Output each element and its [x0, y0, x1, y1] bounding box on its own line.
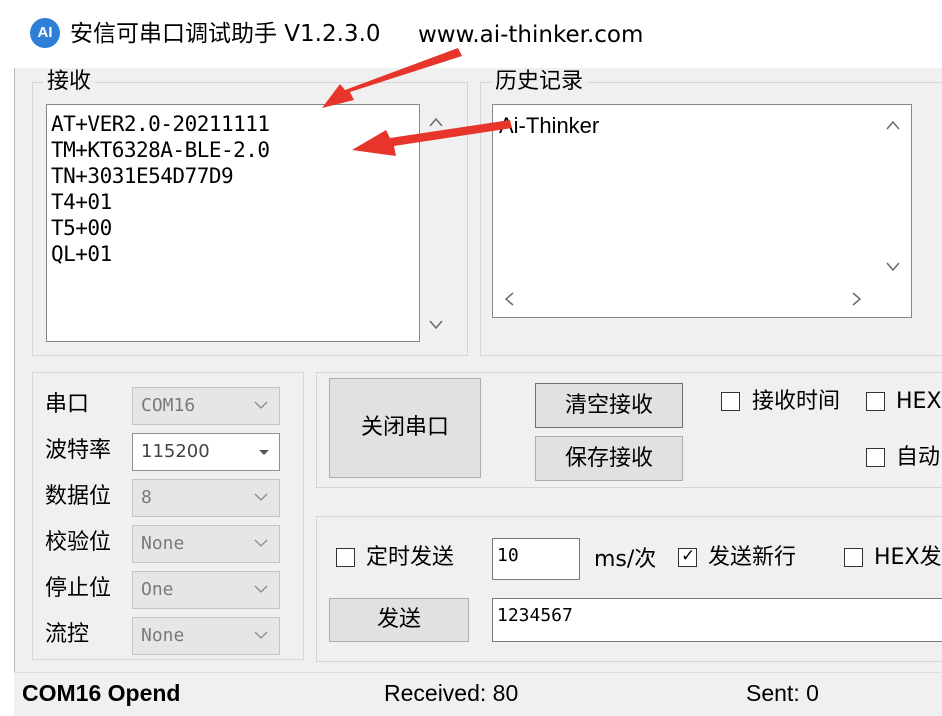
baud-label: 波特率 — [45, 438, 112, 463]
receive-line: QL+01 — [51, 242, 112, 266]
baud-value: 115200 — [141, 441, 210, 462]
receive-line: T5+00 — [51, 216, 112, 240]
chevron-down-icon — [254, 585, 268, 593]
hex-display-label: HEX显 — [896, 389, 942, 414]
receive-line: AT+VER2.0-20211111 — [51, 112, 270, 136]
scroll-up-icon[interactable] — [428, 116, 444, 128]
website-url: www.ai-thinker.com — [418, 22, 644, 48]
databits-value: 8 — [141, 487, 152, 508]
receive-legend: 接收 — [47, 69, 92, 94]
stopbits-select[interactable]: One — [132, 571, 280, 609]
scroll-left-icon[interactable] — [503, 291, 515, 307]
send-button[interactable]: 发送 — [329, 598, 469, 642]
databits-label: 数据位 — [45, 484, 112, 509]
history-item[interactable]: Ai-Thinker — [499, 113, 599, 139]
interval-input[interactable]: 10 — [492, 538, 580, 580]
port-label: 串口 — [45, 392, 90, 417]
receive-time-checkbox[interactable] — [721, 392, 740, 411]
close-port-button[interactable]: 关闭串口 — [329, 378, 481, 478]
hex-send-label: HEX发送 — [874, 545, 942, 570]
receive-textarea[interactable]: AT+VER2.0-20211111 TM+KT6328A-BLE-2.0 TN… — [46, 104, 420, 342]
scroll-down-icon[interactable] — [885, 261, 901, 273]
send-newline-label: 发送新行 — [708, 545, 797, 570]
parity-label: 校验位 — [45, 530, 112, 555]
stopbits-label: 停止位 — [45, 576, 112, 601]
parity-select[interactable]: None — [132, 525, 280, 563]
dropdown-arrow-icon — [259, 450, 269, 455]
hex-send-checkbox[interactable] — [844, 548, 863, 567]
receive-line: T4+01 — [51, 190, 112, 214]
port-status: COM16 Opend — [22, 680, 181, 706]
scroll-right-icon[interactable] — [851, 291, 863, 307]
auto-label: 自动 — [896, 445, 941, 470]
baud-select[interactable]: 115200 — [132, 433, 280, 471]
port-select[interactable]: COM16 — [132, 387, 280, 425]
timed-send-label: 定时发送 — [366, 545, 455, 570]
flow-select[interactable]: None — [132, 617, 280, 655]
history-list[interactable]: Ai-Thinker — [492, 104, 912, 318]
window-title: 安信可串口调试助手 V1.2.3.0 — [70, 21, 381, 47]
received-count: Received: 80 — [384, 680, 519, 706]
receive-line: TM+KT6328A-BLE-2.0 — [51, 138, 270, 162]
clear-receive-button[interactable]: 清空接收 — [535, 383, 683, 428]
sent-count: Sent: 0 — [746, 680, 819, 706]
stopbits-value: One — [141, 579, 174, 600]
scroll-up-icon[interactable] — [885, 119, 901, 131]
flow-value: None — [141, 625, 185, 646]
save-receive-button[interactable]: 保存接收 — [535, 436, 683, 481]
receive-time-label: 接收时间 — [752, 389, 841, 414]
app-logo-icon: AI — [30, 18, 60, 48]
parity-value: None — [141, 533, 185, 554]
send-input[interactable]: 1234567 — [492, 598, 942, 642]
timed-send-checkbox[interactable] — [336, 548, 355, 567]
chevron-down-icon — [254, 401, 268, 409]
chevron-down-icon — [254, 631, 268, 639]
hex-display-checkbox[interactable] — [866, 392, 885, 411]
receive-line: TN+3031E54D77D9 — [51, 164, 234, 188]
interval-unit: ms/次 — [594, 547, 657, 572]
databits-select[interactable]: 8 — [132, 479, 280, 517]
history-legend: 历史记录 — [495, 69, 584, 94]
send-newline-checkbox[interactable]: ✓ — [678, 546, 697, 567]
checkmark-icon: ✓ — [681, 546, 696, 566]
scroll-down-icon[interactable] — [428, 319, 444, 331]
auto-checkbox[interactable] — [866, 448, 885, 467]
chevron-down-icon — [254, 493, 268, 501]
port-value: COM16 — [141, 395, 196, 416]
chevron-down-icon — [254, 539, 268, 547]
flow-label: 流控 — [45, 622, 90, 647]
